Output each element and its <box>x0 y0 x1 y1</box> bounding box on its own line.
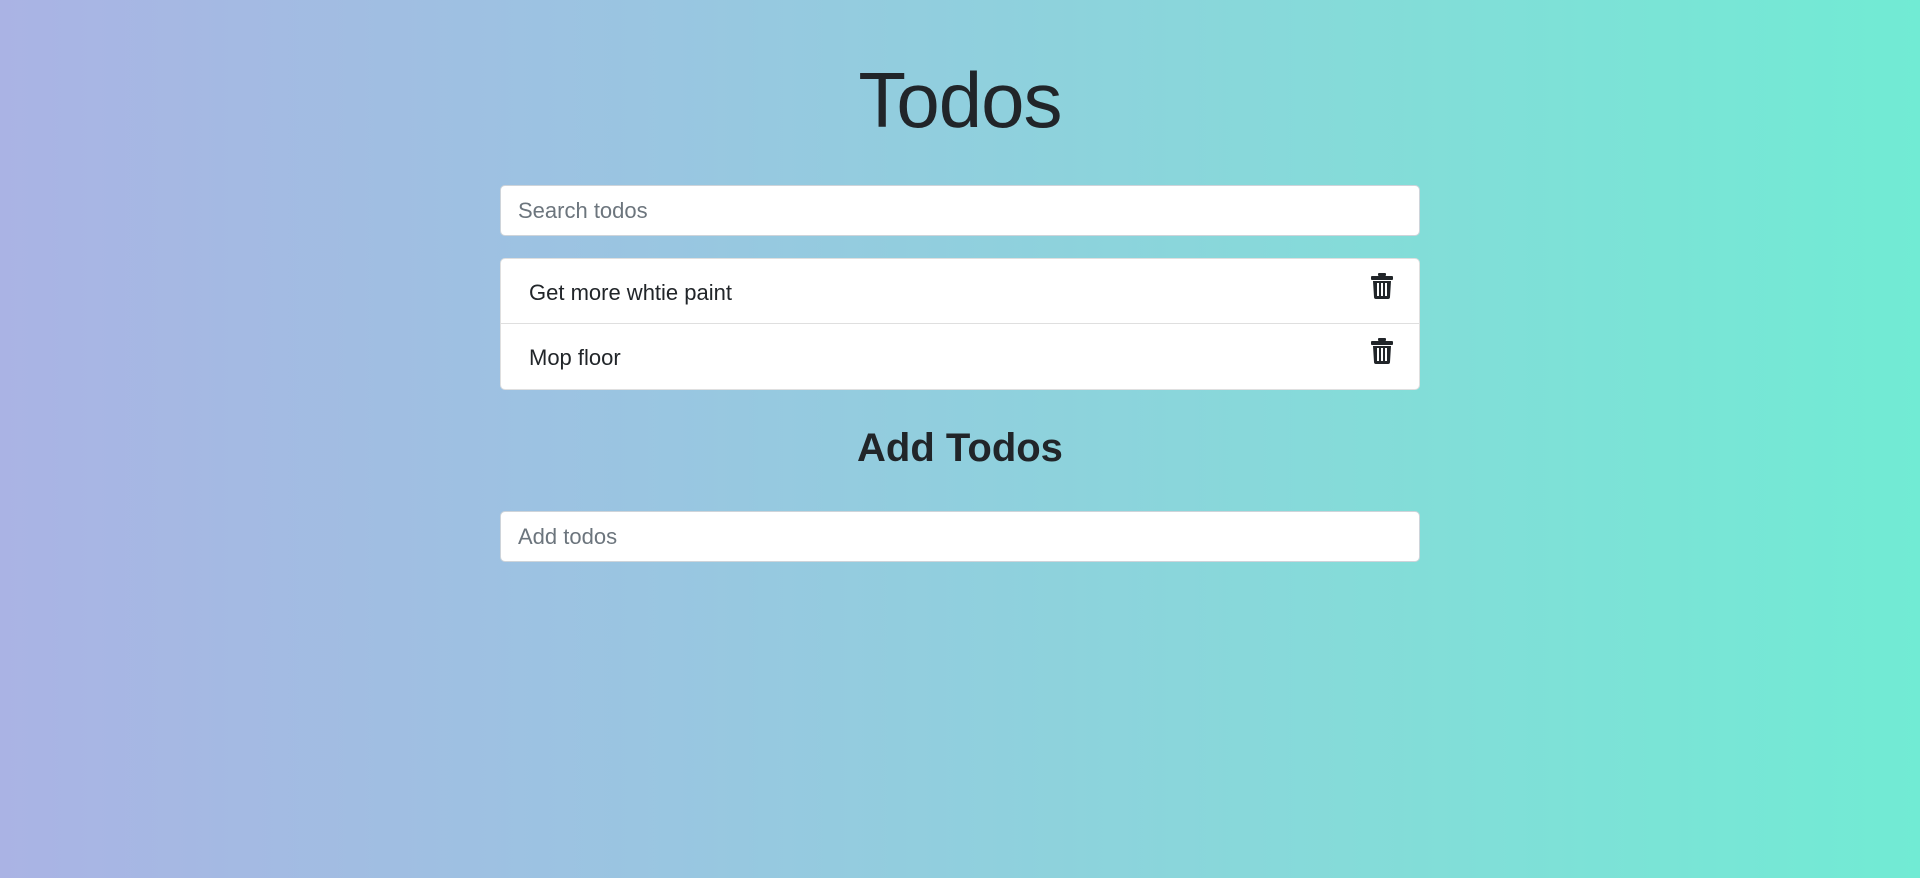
trash-icon-graphic <box>1371 338 1393 364</box>
add-todo-input[interactable] <box>500 511 1420 562</box>
trash-icon-graphic <box>1371 273 1393 299</box>
todo-list: Get more whtie paint Mop floor <box>500 258 1420 390</box>
search-input[interactable] <box>500 185 1420 236</box>
todo-item-text: Mop floor <box>529 345 621 370</box>
todo-item-text: Get more whtie paint <box>529 280 732 305</box>
page-title: Todos <box>858 56 1062 144</box>
trash-icon[interactable] <box>1371 273 1393 299</box>
add-todos-heading: Add Todos <box>857 426 1063 470</box>
list-item: Mop floor <box>501 324 1419 389</box>
trash-icon[interactable] <box>1371 338 1393 364</box>
list-item: Get more whtie paint <box>501 259 1419 324</box>
